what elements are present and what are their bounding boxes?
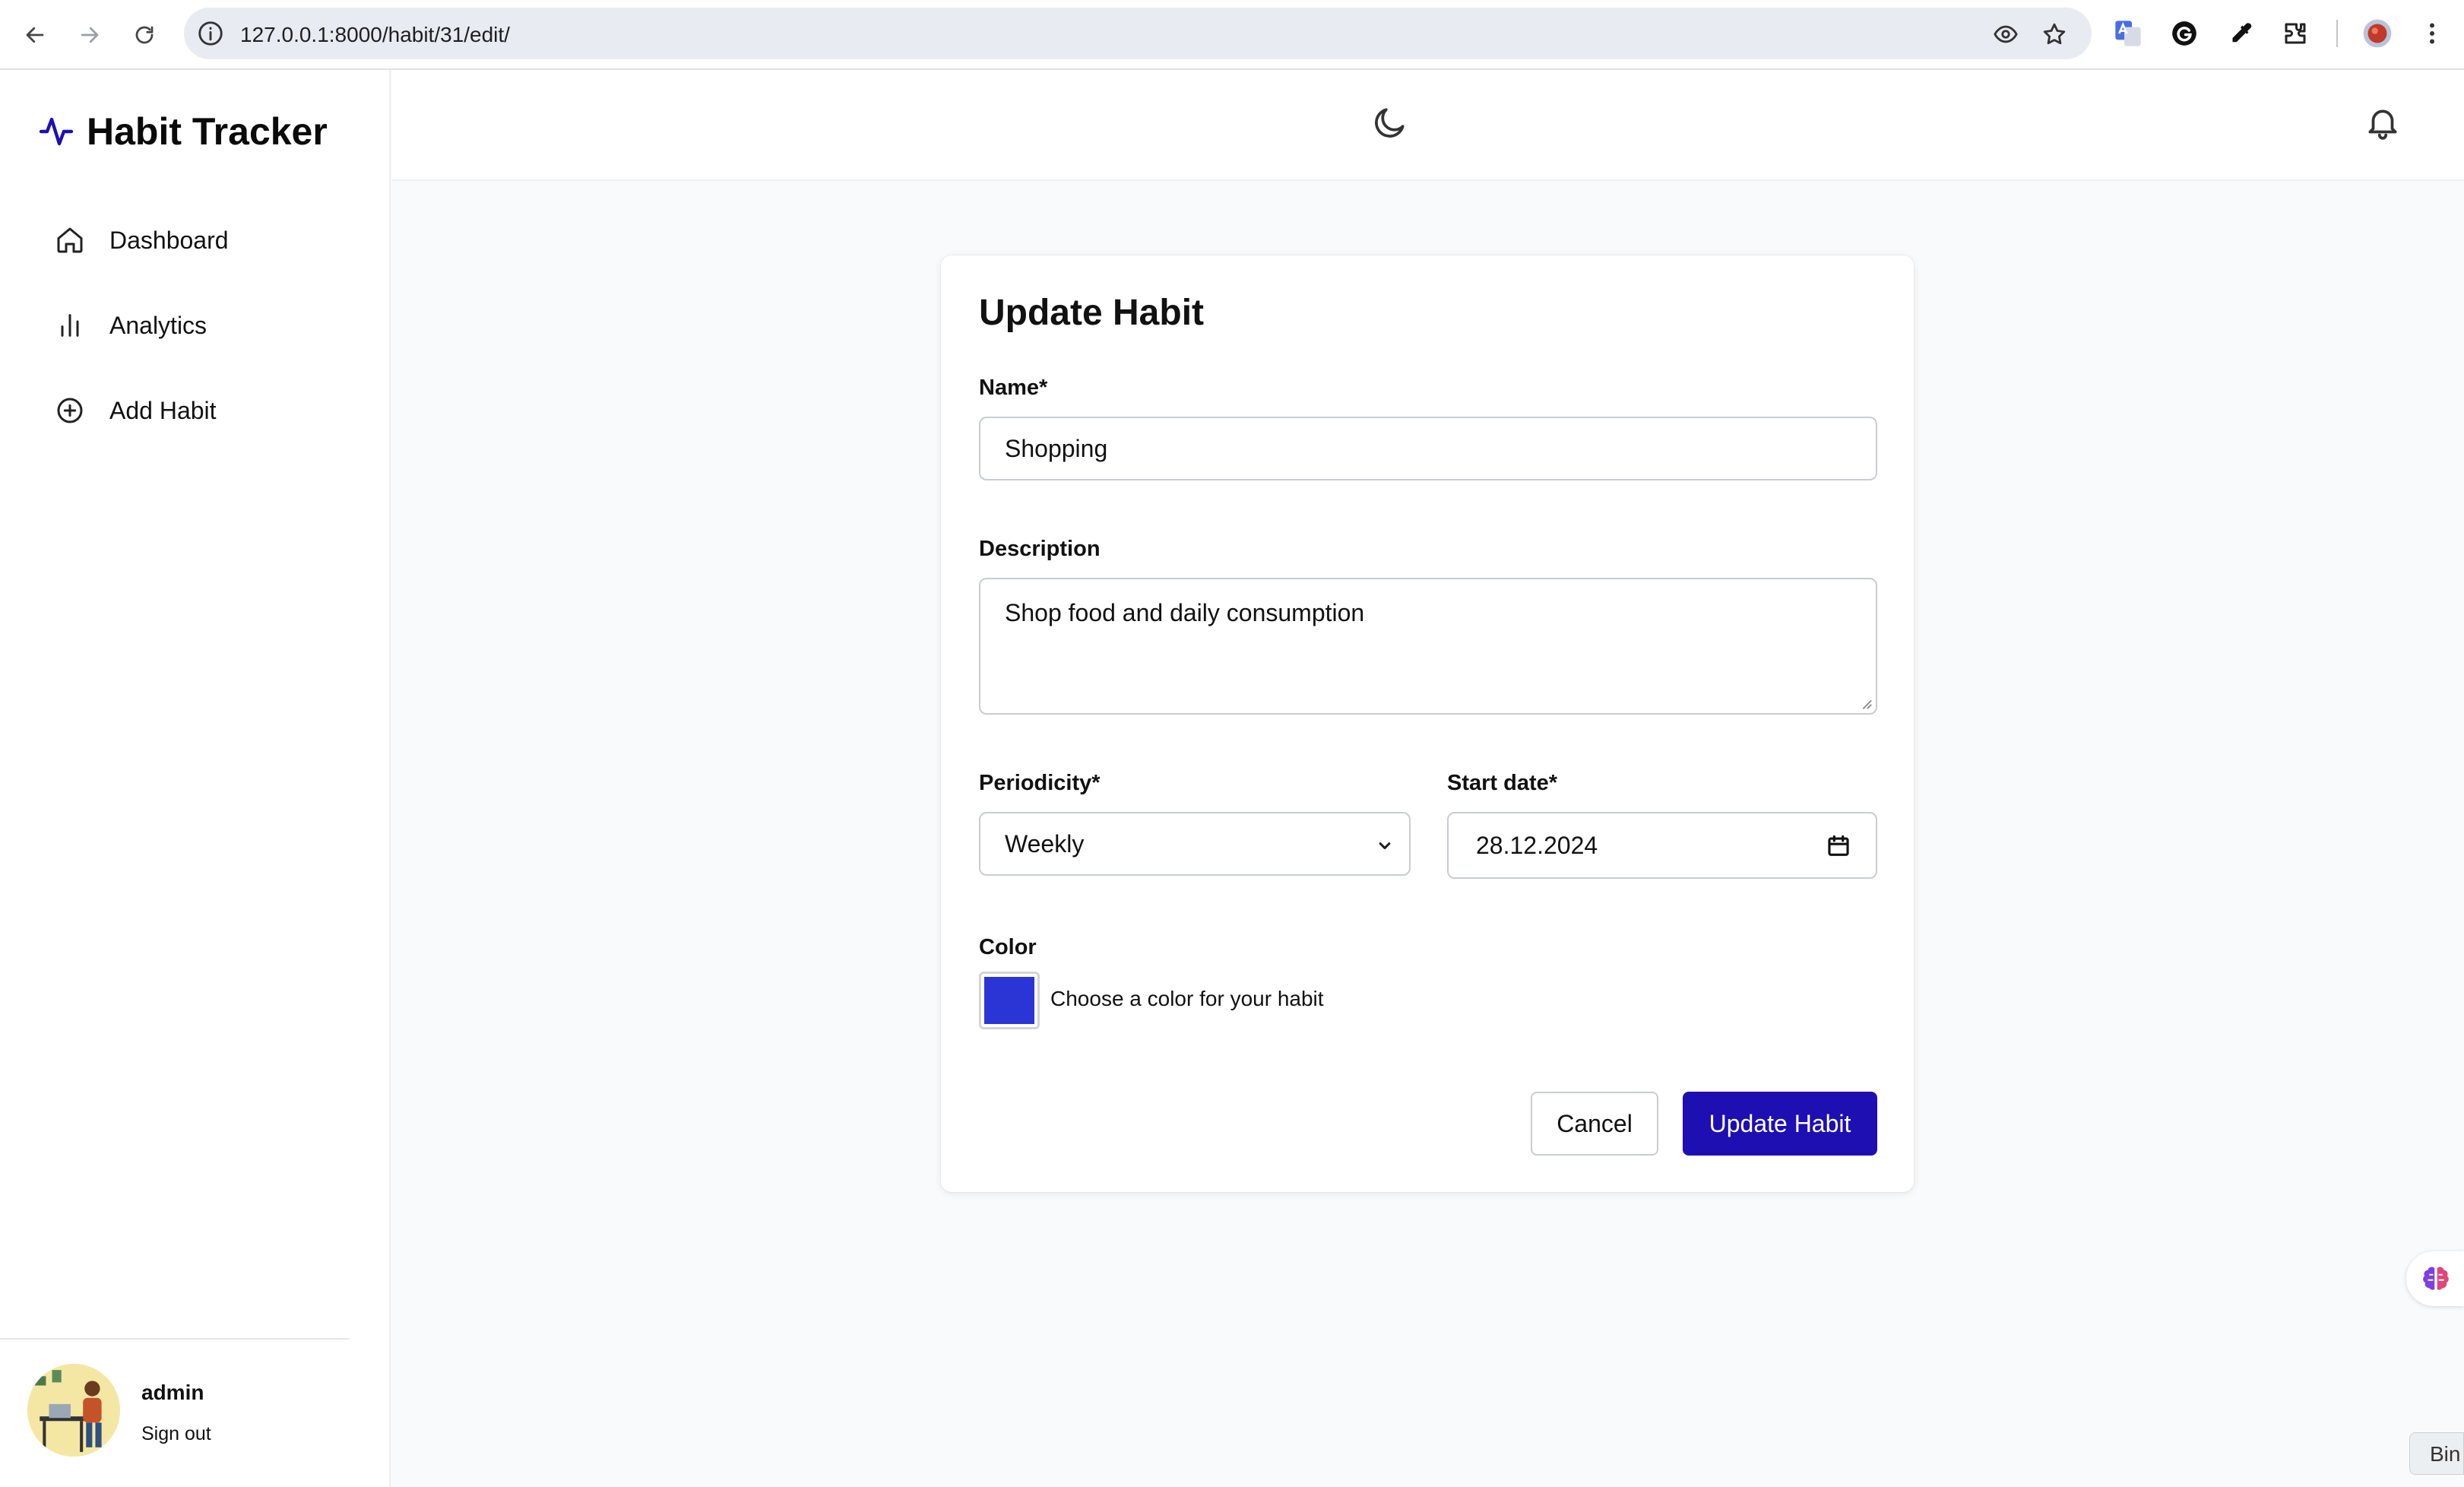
translate-extension-icon[interactable] [2113, 18, 2143, 49]
back-button[interactable] [17, 17, 53, 53]
name-label: Name* [979, 376, 1048, 400]
arrow-right-icon [81, 27, 99, 43]
sidebar-item-dashboard[interactable]: Dashboard [55, 217, 359, 263]
moon-icon[interactable] [1371, 103, 1409, 141]
color-hint: Choose a color for your habit [1050, 987, 1324, 1010]
bookmark-star-icon[interactable] [2041, 21, 2067, 47]
start-date-input[interactable]: 28.12.2024 [1447, 812, 1877, 879]
bell-icon[interactable] [2364, 103, 2402, 141]
update-habit-card: Update Habit Name* Shopping Description … [941, 255, 1914, 1192]
calendar-icon[interactable] [1826, 833, 1851, 859]
browser-toolbar: 127.0.0.1:8000/habit/31/edit/ [0, 0, 2464, 70]
floating-brain-widget[interactable] [2406, 1251, 2464, 1306]
toolbar-divider [2336, 20, 2338, 47]
profile-avatar-icon[interactable] [2362, 18, 2393, 49]
cancel-button[interactable]: Cancel [1531, 1092, 1658, 1156]
name-input[interactable]: Shopping [979, 417, 1877, 480]
more-menu-icon[interactable] [2417, 18, 2447, 49]
grammarly-extension-icon[interactable] [2169, 18, 2200, 49]
color-label: Color [979, 935, 1037, 959]
description-value: Shop food and daily consumption [1005, 599, 1365, 626]
reload-button[interactable] [126, 17, 163, 53]
user-name: admin [141, 1381, 204, 1404]
brain-icon [2423, 1267, 2449, 1290]
chevron-down-icon [1379, 842, 1391, 850]
sidebar-item-analytics[interactable]: Analytics [55, 303, 359, 348]
eyedropper-extension-icon[interactable] [2225, 18, 2256, 49]
arrow-left-icon [26, 27, 44, 43]
periodicity-label: Periodicity* [979, 771, 1101, 795]
extensions-puzzle-icon[interactable] [2280, 18, 2310, 49]
update-habit-button[interactable]: Update Habit [1683, 1092, 1877, 1156]
periodicity-value: Weekly [1005, 829, 1085, 858]
bar-chart-icon [61, 314, 79, 337]
sidebar-item-add-habit[interactable]: Add Habit [55, 388, 359, 433]
reload-icon [135, 26, 154, 44]
brand-logo[interactable]: Habit Tracker [38, 109, 328, 154]
top-bar [392, 70, 2464, 181]
plus-circle-icon [57, 398, 83, 423]
periodicity-select[interactable]: Weekly [979, 812, 1411, 876]
page-title: Update Habit [979, 293, 1205, 333]
forward-button[interactable] [71, 17, 108, 53]
bin-tab[interactable]: Bin [2409, 1432, 2464, 1475]
color-picker[interactable] [979, 972, 1040, 1029]
sidebar-item-label: Dashboard [109, 226, 229, 254]
sidebar-divider [0, 1338, 350, 1340]
user-illustration-icon [27, 1364, 120, 1457]
address-bar[interactable]: 127.0.0.1:8000/habit/31/edit/ [184, 8, 2092, 59]
sidebar: Habit Tracker Dashboard Analytics Add Ha… [0, 70, 391, 1487]
sidebar-item-label: Add Habit [109, 396, 217, 424]
activity-pulse-icon [39, 117, 74, 146]
description-label: Description [979, 537, 1101, 561]
sign-out-link[interactable]: Sign out [141, 1423, 211, 1445]
brand-title: Habit Tracker [87, 110, 328, 153]
resize-handle-icon[interactable] [1859, 696, 1873, 710]
home-icon [57, 227, 83, 253]
site-info-icon[interactable] [196, 19, 225, 48]
color-swatch [984, 977, 1034, 1024]
eye-icon[interactable] [1993, 21, 2019, 47]
url-text[interactable]: 127.0.0.1:8000/habit/31/edit/ [240, 23, 510, 47]
start-date-value: 28.12.2024 [1476, 831, 1598, 859]
avatar[interactable] [27, 1364, 120, 1457]
description-textarea[interactable]: Shop food and daily consumption [979, 578, 1877, 715]
sidebar-item-label: Analytics [109, 311, 207, 339]
start-date-label: Start date* [1447, 771, 1558, 795]
